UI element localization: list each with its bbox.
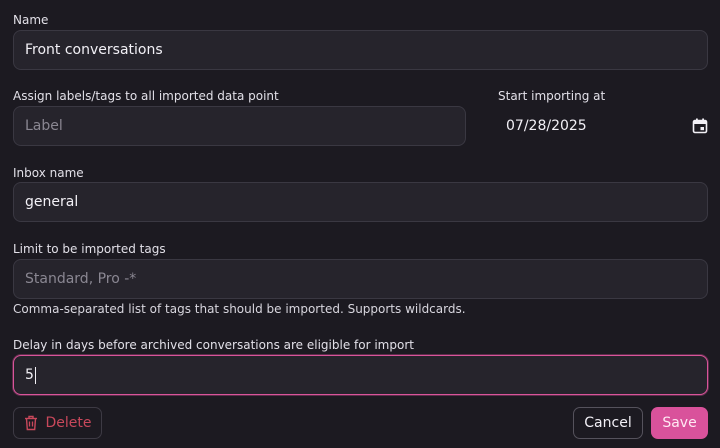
- delete-label: Delete: [45, 415, 92, 431]
- delete-button[interactable]: Delete: [13, 407, 102, 439]
- save-label: Save: [662, 415, 697, 431]
- cancel-label: Cancel: [584, 415, 632, 431]
- import-settings-form: Name Front conversations Assign labels/t…: [0, 0, 720, 448]
- trash-icon: [24, 415, 37, 431]
- save-button[interactable]: Save: [651, 407, 708, 439]
- delay-value: 5: [25, 367, 34, 383]
- inbox-input[interactable]: general: [13, 182, 708, 222]
- text-caret: [34, 366, 36, 384]
- tags-placeholder: Standard, Pro -*: [25, 271, 137, 287]
- delay-input[interactable]: 5: [13, 355, 708, 395]
- inbox-value: general: [25, 194, 79, 210]
- cancel-button[interactable]: Cancel: [573, 407, 643, 439]
- start-date-label: Start importing at: [498, 89, 606, 103]
- labels-input[interactable]: Label: [13, 106, 466, 146]
- tags-label: Limit to be imported tags: [13, 242, 166, 256]
- name-label: Name: [13, 13, 49, 27]
- tags-input[interactable]: Standard, Pro -*: [13, 259, 708, 299]
- delay-label: Delay in days before archived conversati…: [13, 338, 414, 352]
- calendar-icon[interactable]: [692, 118, 708, 134]
- start-date-value: 07/28/2025: [506, 118, 587, 134]
- tags-hint: Comma-separated list of tags that should…: [13, 302, 466, 316]
- name-value: Front conversations: [25, 42, 163, 58]
- labels-placeholder: Label: [25, 118, 63, 134]
- name-input[interactable]: Front conversations: [13, 30, 708, 70]
- inbox-label: Inbox name: [13, 166, 84, 180]
- labels-label: Assign labels/tags to all imported data …: [13, 89, 279, 103]
- start-date-input[interactable]: 07/28/2025: [506, 106, 708, 146]
